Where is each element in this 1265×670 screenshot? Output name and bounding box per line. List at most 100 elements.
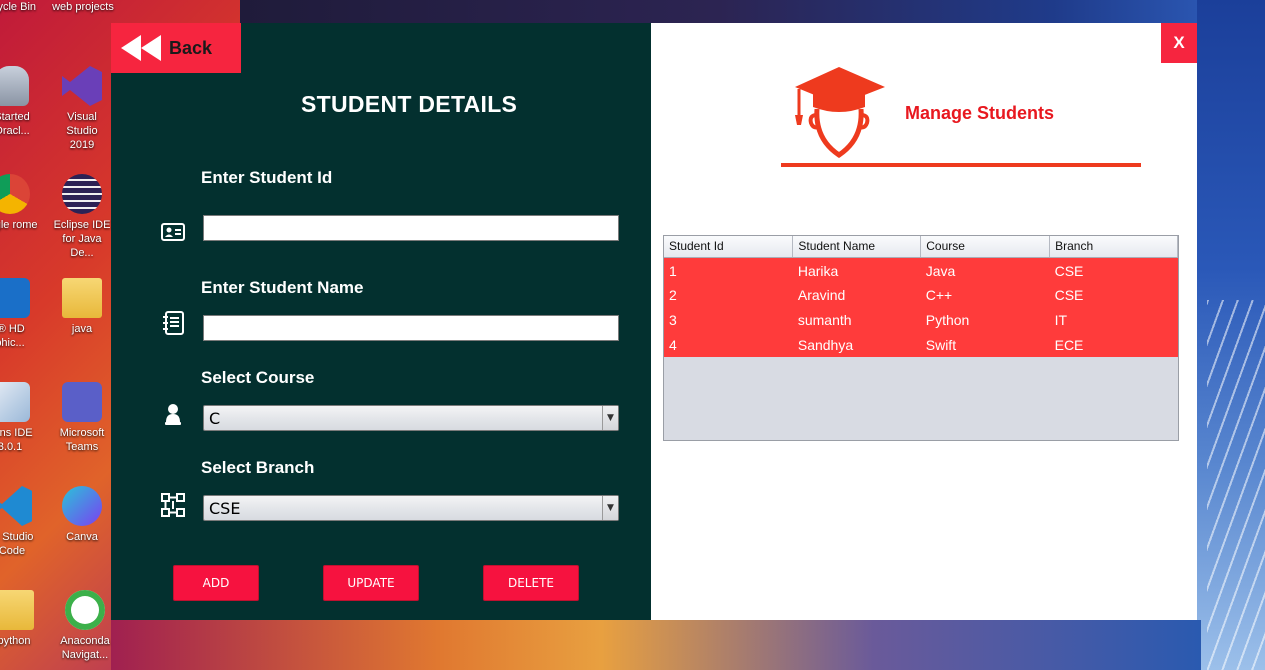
table-header-row: Student Id Student Name Course Branch — [664, 236, 1178, 258]
column-header-branch[interactable]: Branch — [1049, 236, 1178, 258]
cell-student-id: 1 — [664, 257, 793, 282]
cell-course: Swift — [920, 332, 1050, 357]
desktop-icon-label: Anaconda Navigat... — [60, 635, 110, 661]
desktop-icon-label: java — [71, 323, 93, 335]
add-button[interactable]: ADD — [173, 565, 259, 601]
desktop-icon-label: Started Oracl... — [0, 111, 30, 137]
desktop-icon-chrome[interactable]: oogle rome — [0, 174, 38, 232]
desktop-icon-label: python — [0, 635, 31, 647]
course-label: Select Course — [201, 368, 315, 387]
id-card-icon — [161, 223, 185, 241]
anaconda-icon — [65, 590, 105, 630]
column-header-course[interactable]: Course — [920, 236, 1051, 258]
title-underline — [781, 163, 1141, 167]
cell-student-name: sumanth — [792, 307, 921, 332]
cell-student-name: Aravind — [792, 282, 921, 307]
double-left-arrow-icon — [121, 35, 161, 61]
desktop-icon-label: l® HD phic... — [0, 323, 25, 349]
update-button[interactable]: UPDATE — [323, 565, 419, 601]
desktop-icon-visual-studio[interactable]: Visual Studio 2019 — [54, 66, 110, 152]
table-row[interactable]: 2 Aravind C++ CSE — [664, 282, 1178, 307]
desktop-icon-java-folder[interactable]: java — [54, 278, 110, 336]
student-name-input[interactable] — [203, 315, 619, 341]
desktop-icon-intel-graphics[interactable]: l® HD phic... — [0, 278, 38, 350]
desktop-icon-label: eans IDE 3.0.1 — [0, 427, 33, 453]
intel-icon — [0, 278, 30, 318]
desktop-icon-label: al Studio Code — [0, 531, 34, 557]
desktop-wallpaper-right — [1197, 0, 1265, 670]
chevron-down-icon[interactable]: ▼ — [602, 406, 618, 430]
table-row[interactable]: 3 sumanth Python IT — [664, 307, 1178, 332]
student-id-input[interactable] — [203, 215, 619, 241]
branch-selected-value: CSE — [209, 498, 241, 518]
cell-course: Python — [920, 307, 1050, 332]
person-icon — [165, 404, 181, 425]
cell-course: Java — [920, 257, 1050, 282]
desktop-icon-label: cycle Bin — [0, 1, 37, 13]
chrome-icon — [0, 174, 30, 214]
desktop-wallpaper-bottom — [111, 620, 1201, 670]
desktop-icon-eclipse[interactable]: Eclipse IDE for Java De... — [50, 174, 114, 260]
student-app-window: Back STUDENT DETAILS Enter Student Id En… — [111, 23, 1197, 620]
cell-branch: IT — [1049, 307, 1178, 332]
desktop-icon-recycle-bin[interactable]: cycle Bin — [0, 0, 42, 14]
netbeans-icon — [0, 382, 30, 422]
desktop-icon-label: Eclipse IDE for Java De... — [53, 219, 111, 259]
manage-students-panel: X Manage Students Student Id Student Nam… — [651, 23, 1197, 620]
desktop-icon-label: Microsoft Teams — [59, 427, 105, 453]
cell-student-id: 4 — [664, 332, 793, 357]
vscode-icon — [0, 486, 32, 526]
network-icon — [161, 493, 185, 517]
cell-student-id: 3 — [664, 307, 793, 332]
desktop-icon-teams[interactable]: Microsoft Teams — [54, 382, 110, 454]
cell-branch: CSE — [1049, 282, 1178, 307]
students-table[interactable]: Student Id Student Name Course Branch 1 … — [663, 235, 1179, 441]
page-title: STUDENT DETAILS — [301, 91, 518, 117]
database-icon — [0, 66, 29, 106]
branch-label: Select Branch — [201, 458, 315, 477]
desktop-icon-vscode[interactable]: al Studio Code — [0, 486, 40, 558]
notebook-icon — [163, 311, 184, 335]
folder-icon — [0, 590, 34, 630]
eclipse-icon — [62, 174, 102, 214]
desktop-icon-label: oogle rome — [0, 219, 38, 231]
desktop-icon-label: Canva — [66, 531, 98, 543]
visual-studio-icon — [62, 66, 102, 106]
desktop-icon-web-projects[interactable]: web projects — [48, 0, 118, 14]
back-button[interactable]: Back — [111, 23, 241, 73]
canva-icon — [62, 486, 102, 526]
folder-icon — [62, 278, 102, 318]
desktop-icon-anaconda[interactable]: Anaconda Navigat... — [54, 590, 116, 662]
chevron-down-icon[interactable]: ▼ — [602, 496, 618, 520]
desktop-icon-oracle[interactable]: Started Oracl... — [0, 66, 40, 138]
cell-student-id: 2 — [664, 282, 793, 307]
student-id-label: Enter Student Id — [201, 168, 333, 187]
desktop-wallpaper-top — [240, 0, 1197, 23]
desktop-icon-label: web projects — [52, 1, 114, 13]
column-header-student-name[interactable]: Student Name — [792, 236, 922, 258]
cell-student-name: Sandhya — [792, 332, 921, 357]
cell-branch: ECE — [1049, 332, 1178, 357]
graduate-student-icon — [795, 67, 885, 159]
back-button-label: Back — [169, 37, 213, 58]
course-select[interactable]: C ▼ — [203, 405, 619, 431]
student-details-panel: Back STUDENT DETAILS Enter Student Id En… — [111, 23, 651, 620]
desktop-icons: cycle Bin web projects spam Started Orac… — [0, 0, 114, 670]
delete-button[interactable]: DELETE — [483, 565, 579, 601]
manage-students-title: Manage Students — [905, 103, 1055, 123]
table-row[interactable]: 4 Sandhya Swift ECE — [664, 332, 1178, 357]
course-selected-value: C — [209, 408, 221, 428]
student-name-label: Enter Student Name — [201, 278, 364, 297]
cell-course: C++ — [920, 282, 1050, 307]
desktop-icon-python[interactable]: python — [0, 590, 42, 648]
table-row[interactable]: 1 Harika Java CSE — [664, 257, 1178, 282]
desktop-icon-label: Visual Studio 2019 — [66, 111, 98, 151]
close-button[interactable]: X — [1161, 23, 1197, 63]
desktop-icon-canva[interactable]: Canva — [54, 486, 110, 544]
desktop-icon-netbeans[interactable]: eans IDE 3.0.1 — [0, 382, 38, 454]
teams-icon — [62, 382, 102, 422]
cell-student-name: Harika — [792, 257, 921, 282]
branch-select[interactable]: CSE ▼ — [203, 495, 619, 521]
column-header-student-id[interactable]: Student Id — [664, 236, 794, 258]
cell-branch: CSE — [1049, 257, 1178, 282]
